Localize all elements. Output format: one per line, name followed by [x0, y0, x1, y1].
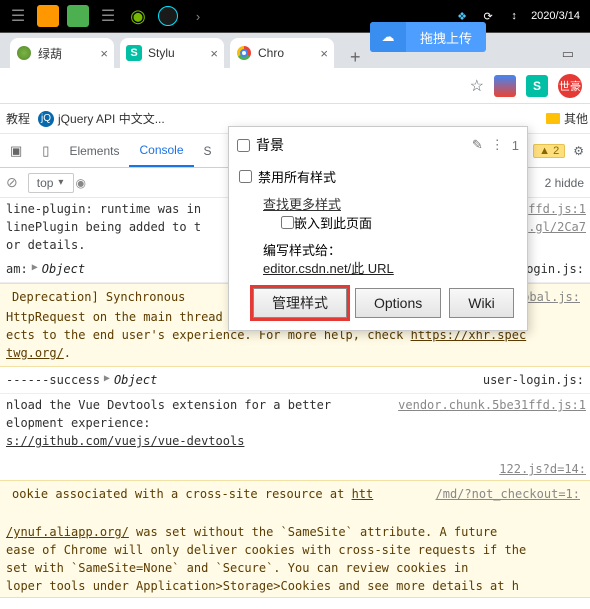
more-icon[interactable]: ⋮: [491, 137, 504, 153]
edit-url-link[interactable]: editor.csdn.net/此 URL: [263, 261, 394, 276]
browser-toolbar: ☆ S 世豪: [0, 68, 590, 104]
bookmark-item[interactable]: 教程: [2, 110, 34, 127]
bookmark-label: jQuery API 中文文...: [58, 110, 165, 127]
devtools-link[interactable]: s://github.com/vuejs/vue-devtools: [6, 434, 244, 448]
tab-strip: 绿葫 × S Stylu × Chro × + ▭: [0, 32, 590, 68]
style-name: 背景: [256, 135, 284, 155]
new-tab-button[interactable]: +: [340, 47, 371, 68]
close-icon[interactable]: ×: [100, 46, 108, 61]
object-value[interactable]: Object: [114, 371, 157, 389]
tabs-overview-icon[interactable]: ▭: [562, 46, 574, 62]
folder-icon: [546, 113, 560, 124]
favicon-icon: S: [126, 45, 142, 61]
upload-bubble[interactable]: ☁ 拖拽上传: [370, 22, 486, 52]
disable-all-label: 禁用所有样式: [258, 167, 336, 186]
expand-icon[interactable]: ▶: [104, 371, 110, 389]
edit-for-label: 编写样式给：: [263, 243, 341, 258]
tab-elements[interactable]: Elements: [59, 144, 129, 158]
log-label: am:: [6, 260, 28, 278]
warning-badge[interactable]: ▲ 2: [533, 144, 565, 158]
style-count: 1: [512, 138, 519, 153]
upload-label: 拖拽上传: [406, 28, 486, 47]
bookmark-star-icon[interactable]: ☆: [470, 76, 484, 96]
browser-tab[interactable]: S Stylu ×: [120, 38, 224, 68]
stylus-extension-icon[interactable]: S: [526, 75, 548, 97]
hidden-count: 2 hidde: [545, 176, 584, 190]
stylus-popup: 背景 ✎ ⋮ 1 禁用所有样式 查找更多样式 嵌入到此页面 编写样式给： edi…: [228, 126, 528, 331]
settings-icon[interactable]: ⚙: [573, 144, 584, 158]
bookmark-item[interactable]: jQ jQuery API 中文文...: [34, 110, 169, 127]
arrow-icon[interactable]: ↕: [505, 7, 523, 25]
find-more-link[interactable]: 查找更多样式: [263, 197, 341, 212]
console-warning: ookie associated with a cross-site resou…: [12, 485, 436, 503]
extension-icon[interactable]: [494, 75, 516, 97]
inspect-icon[interactable]: ▣: [0, 143, 32, 159]
resource-link[interactable]: htt: [352, 487, 374, 501]
embed-checkbox[interactable]: [281, 216, 294, 229]
taskbar: ☰ ☰ ◉ › ❖ ⟳ ↕ 2020/3/14: [0, 0, 590, 32]
console-message: nload the Vue Devtools extension for a b…: [6, 396, 586, 450]
jquery-icon: jQ: [38, 111, 54, 127]
source-link[interactable]: /md/?not_checkout=1:: [436, 485, 581, 503]
wiki-button[interactable]: Wiki: [449, 288, 513, 318]
close-icon[interactable]: ×: [320, 46, 328, 61]
source-link[interactable]: vendor.chunk.5be31ffd.js:1: [398, 396, 586, 414]
chevron-down-icon: ▾: [58, 177, 63, 188]
context-selector[interactable]: top: [28, 173, 75, 193]
bookmark-label[interactable]: 其他: [564, 110, 588, 127]
style-toggle-checkbox[interactable]: [237, 139, 250, 152]
console-warning-body: /ynuf.aliapp.org/ was set without the `S…: [6, 505, 584, 595]
log-label: ------success: [6, 371, 100, 389]
manage-styles-button[interactable]: 管理样式: [253, 288, 347, 318]
tab-label: Stylu: [148, 46, 175, 60]
wechat-icon[interactable]: [64, 2, 92, 30]
nvidia-icon[interactable]: ◉: [124, 2, 152, 30]
source-link[interactable]: ffd.js:1 .gl/2Ca7: [528, 200, 586, 254]
app-icon[interactable]: [34, 2, 62, 30]
clear-console-icon[interactable]: ⊘: [6, 174, 18, 191]
eye-icon[interactable]: ◉: [75, 176, 85, 190]
edit-icon[interactable]: ✎: [472, 137, 483, 153]
browser-tab[interactable]: Chro ×: [230, 38, 334, 68]
disable-all-checkbox[interactable]: [239, 170, 252, 183]
menu-icon[interactable]: ☰: [4, 2, 32, 30]
cloud-icon: ☁: [370, 22, 406, 52]
source-link[interactable]: ogin.js:: [526, 260, 584, 278]
source-link[interactable]: user-login.js:: [483, 371, 584, 389]
expand-icon[interactable]: ▶: [32, 260, 38, 278]
options-button[interactable]: Options: [355, 288, 441, 318]
alienware-icon[interactable]: [154, 2, 182, 30]
tab-label: 绿葫: [38, 45, 62, 62]
clock-date: 2020/3/14: [531, 10, 586, 22]
app-icon[interactable]: ☰: [94, 2, 122, 30]
source-link[interactable]: 122.js?d=14:: [499, 460, 586, 478]
object-value[interactable]: Object: [42, 260, 85, 278]
resource-link[interactable]: /ynuf.aliapp.org/: [6, 525, 129, 539]
tab-more[interactable]: S: [194, 144, 222, 158]
close-icon[interactable]: ×: [210, 46, 218, 61]
favicon-icon: [16, 45, 32, 61]
tab-label: Chro: [258, 46, 284, 60]
favicon-icon: [236, 45, 252, 61]
profile-avatar[interactable]: 世豪: [558, 74, 582, 98]
tab-console[interactable]: Console: [129, 134, 193, 167]
device-icon[interactable]: ▯: [32, 143, 59, 159]
chevron-right-icon[interactable]: ›: [184, 2, 212, 30]
help-link[interactable]: twg.org/: [6, 346, 64, 360]
browser-tab[interactable]: 绿葫 ×: [10, 38, 114, 68]
embed-label: 嵌入到此页面: [294, 213, 372, 232]
